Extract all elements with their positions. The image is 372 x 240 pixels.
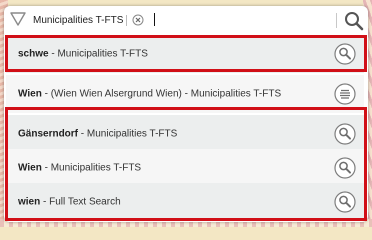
search-category-icon xyxy=(10,12,26,26)
result-source: - Full Text Search xyxy=(40,196,121,208)
result-item[interactable]: Wien - Municipalities T-FTS xyxy=(6,149,364,187)
result-text: wien - Full Text Search xyxy=(18,197,121,208)
search-bar[interactable]: Municipalities T-FTS xyxy=(4,6,368,32)
result-item[interactable]: schwe - Municipalities T-FTS xyxy=(6,35,364,73)
tag-separator xyxy=(126,15,127,26)
result-source: - (Wien Wien Alsergrund Wien) - Municipa… xyxy=(41,88,282,100)
result-match: Gänserndorf xyxy=(18,128,79,140)
clear-icon[interactable] xyxy=(132,14,144,26)
magnifier-icon[interactable] xyxy=(334,43,356,65)
search-widget: Municipalities T-FTS schwe - Municipalit… xyxy=(4,6,368,222)
result-match: Wien xyxy=(18,88,42,100)
magnifier-icon[interactable] xyxy=(334,191,356,213)
list-icon[interactable] xyxy=(334,83,356,105)
search-source-tag: Municipalities T-FTS xyxy=(33,15,124,26)
result-item[interactable]: Wien - (Wien Wien Alsergrund Wien) - Mun… xyxy=(6,75,364,113)
result-source: - Municipalities T-FTS xyxy=(41,162,142,174)
result-text: schwe - Municipalities T-FTS xyxy=(18,49,148,60)
magnifier-icon[interactable] xyxy=(334,157,356,179)
magnifier-icon[interactable] xyxy=(334,123,356,145)
search-separator xyxy=(336,13,337,28)
result-item[interactable]: Gänserndorf - Municipalities T-FTS xyxy=(6,115,364,153)
result-match: Wien xyxy=(18,162,42,174)
search-button[interactable] xyxy=(343,10,365,32)
result-text: Wien - Municipalities T-FTS xyxy=(18,163,141,174)
result-text: Gänserndorf - Municipalities T-FTS xyxy=(18,129,177,140)
result-match: schwe xyxy=(18,48,49,60)
text-caret xyxy=(154,13,155,26)
result-text: Wien - (Wien Wien Alsergrund Wien) - Mun… xyxy=(18,89,281,100)
result-source: - Municipalities T-FTS xyxy=(48,48,148,60)
result-item[interactable]: wien - Full Text Search xyxy=(6,183,364,221)
result-source: - Municipalities T-FTS xyxy=(78,128,178,140)
result-match: wien xyxy=(18,196,41,208)
